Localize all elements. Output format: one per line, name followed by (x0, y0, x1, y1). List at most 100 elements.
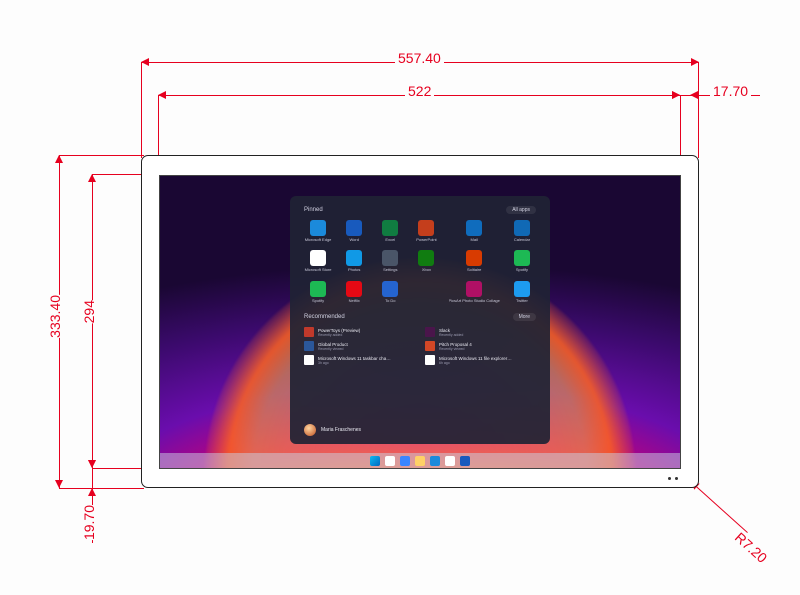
widgets-icon[interactable] (400, 456, 410, 466)
app-label: Settings (376, 268, 404, 272)
app-icon (310, 220, 326, 236)
dim-inner-height: 294 (78, 300, 100, 323)
app-icon (514, 281, 530, 297)
app-icon (346, 281, 362, 297)
app-icon (310, 250, 326, 266)
status-leds (668, 477, 678, 480)
app-icon (466, 281, 482, 297)
app-label: Spotify (304, 299, 332, 303)
pinned-app[interactable]: Microsoft Store (304, 250, 332, 272)
user-account-button[interactable]: Maria Fraschenes (304, 424, 361, 436)
file-icon (425, 355, 435, 365)
app-icon (382, 220, 398, 236)
start-icon[interactable] (370, 456, 380, 466)
file-icon (304, 341, 314, 351)
app-label: Netflix (340, 299, 368, 303)
app-label: Word (340, 238, 368, 242)
pinned-app[interactable]: Mail (449, 220, 500, 242)
file-icon (304, 355, 314, 365)
pinned-app[interactable]: Xbox (412, 250, 440, 272)
pinned-app[interactable]: Settings (376, 250, 404, 272)
pinned-app[interactable]: Photos (340, 250, 368, 272)
rec-subtitle: Recently added (439, 333, 463, 337)
app-icon (514, 220, 530, 236)
recommended-item[interactable]: PowerToys (Preview)Recently added (304, 327, 415, 337)
app-label: Microsoft Edge (304, 238, 332, 242)
dim-outer-height: 333.40 (44, 295, 66, 338)
app-icon (346, 250, 362, 266)
file-icon (425, 327, 435, 337)
pinned-app[interactable]: PicsArt Photo Studio Collage (449, 281, 500, 303)
app-label: Spotify (508, 268, 536, 272)
app-label: Solitaire (449, 268, 500, 272)
dim-inner-width: 522 (405, 83, 434, 99)
app-icon (418, 281, 434, 297)
app-label: Photos (340, 268, 368, 272)
ext-line (59, 155, 144, 156)
rec-subtitle: Recently added (318, 333, 360, 337)
app-icon (466, 250, 482, 266)
pinned-app[interactable]: Excel (376, 220, 404, 242)
pinned-app[interactable] (412, 281, 440, 303)
rec-subtitle: Recently viewed (318, 347, 348, 351)
app-icon (466, 220, 482, 236)
recommended-heading: Recommended (304, 314, 345, 320)
user-name-label: Maria Fraschenes (321, 427, 361, 433)
pinned-app[interactable]: Netflix (340, 281, 368, 303)
ext-line (59, 488, 144, 489)
app-icon (310, 281, 326, 297)
windows-start-menu[interactable]: Pinned All apps Microsoft Edge Word Excel P… (290, 196, 550, 444)
dim-outer-width: 557.40 (395, 50, 444, 66)
app-label: PicsArt Photo Studio Collage (449, 299, 500, 303)
dim-bezel-bottom: 19.70 (78, 505, 100, 540)
recommended-item[interactable]: Microsoft Windows 11 taskbar cha…3h ago (304, 355, 415, 365)
explorer-icon[interactable] (415, 456, 425, 466)
store-icon[interactable] (445, 456, 455, 466)
app-icon (346, 220, 362, 236)
active-screen-area: Pinned All apps Microsoft Edge Word Excel P… (159, 175, 681, 469)
recommended-item[interactable]: Global ProductRecently viewed (304, 341, 415, 351)
pinned-app[interactable]: Spotify (304, 281, 332, 303)
recommended-item[interactable]: SlackRecently added (425, 327, 536, 337)
pinned-app[interactable]: Microsoft Edge (304, 220, 332, 242)
edge-icon[interactable] (430, 456, 440, 466)
file-icon (425, 341, 435, 351)
app-icon (382, 250, 398, 266)
app-label: To Do (376, 299, 404, 303)
pinned-app[interactable]: Word (340, 220, 368, 242)
pinned-app[interactable]: Twitter (508, 281, 536, 303)
pinned-heading: Pinned (304, 207, 323, 213)
app-label: Xbox (412, 268, 440, 272)
rec-subtitle: 6h ago (439, 361, 512, 365)
app-icon (418, 250, 434, 266)
pinned-app[interactable]: Solitaire (449, 250, 500, 272)
app-label: PowerPoint (412, 238, 440, 242)
pinned-app[interactable]: To Do (376, 281, 404, 303)
word-icon[interactable] (460, 456, 470, 466)
more-button[interactable]: More (513, 313, 536, 321)
app-icon (514, 250, 530, 266)
rec-subtitle: 3h ago (318, 361, 391, 365)
taskbar[interactable] (160, 453, 680, 468)
avatar (304, 424, 316, 436)
recommended-item[interactable]: Microsoft Windows 11 file explorer…6h ag… (425, 355, 536, 365)
pinned-app[interactable]: PowerPoint (412, 220, 440, 242)
display-panel-outline: Pinned All apps Microsoft Edge Word Excel P… (141, 155, 699, 488)
pinned-app[interactable]: Spotify (508, 250, 536, 272)
search-icon[interactable] (385, 456, 395, 466)
file-icon (304, 327, 314, 337)
all-apps-button[interactable]: All apps (506, 206, 536, 214)
pinned-app[interactable]: Calendar (508, 220, 536, 242)
rec-subtitle: Recently viewed (439, 347, 472, 351)
app-icon (382, 281, 398, 297)
app-label: Twitter (508, 299, 536, 303)
app-icon (418, 220, 434, 236)
dim-corner-radius: R7.20 (730, 527, 773, 568)
app-label: Microsoft Store (304, 268, 332, 272)
dim-bezel-right: 17.70 (710, 83, 751, 99)
ext-line (141, 62, 142, 158)
app-label: Calendar (508, 238, 536, 242)
app-label: Mail (449, 238, 500, 242)
recommended-item[interactable]: Pitch Proposal 4Recently viewed (425, 341, 536, 351)
app-label: Excel (376, 238, 404, 242)
